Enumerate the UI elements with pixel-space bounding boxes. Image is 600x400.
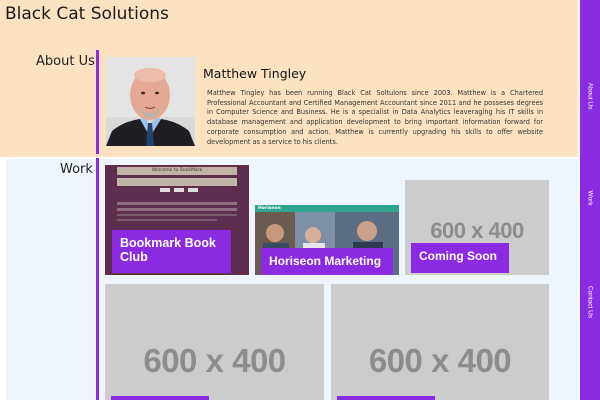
about-divider (96, 50, 99, 154)
placeholder-text: 600 x 400 (368, 342, 512, 379)
nav-contact-us[interactable]: Contact Us (587, 286, 594, 318)
site-brand[interactable]: Black Cat Solutions (5, 4, 169, 24)
project-title-horiseon: Horiseon Marketing (261, 248, 393, 275)
work-divider (96, 158, 99, 400)
profile-photo (106, 57, 195, 146)
side-navigation: About Us Work Contact Us (580, 0, 600, 400)
horiseon-screenshot-brand: Horiseon (258, 206, 281, 211)
bio-text: Matthew Tingley has been running Black C… (207, 89, 543, 146)
project-card-horiseon[interactable]: Horiseon Horiseon Marketing (255, 205, 399, 275)
work-heading: Work (60, 162, 93, 177)
project-card-placeholder-2[interactable]: 600 x 400 (331, 284, 549, 400)
project-card-bookmark[interactable]: Welcome to BookMark Bookmark Book Club (105, 165, 249, 275)
project-card-placeholder-1[interactable]: 600 x 400 (105, 284, 324, 400)
project-title-coming-soon: Coming Soon (411, 243, 509, 273)
placeholder-text: 600 x 400 (143, 342, 286, 379)
nav-about-us[interactable]: About Us (587, 83, 594, 110)
bookmark-screenshot-heading: Welcome to BookMark (151, 168, 203, 173)
person-name: Matthew Tingley (203, 66, 307, 81)
placeholder-text: 600 x 400 (430, 218, 524, 243)
project-title-placeholder-1 (111, 396, 209, 400)
project-title-bookmark: Bookmark Book Club (112, 230, 231, 273)
about-heading: About Us (36, 54, 95, 69)
nav-work[interactable]: Work (587, 190, 594, 205)
project-title-placeholder-2 (337, 396, 435, 400)
project-card-coming-soon[interactable]: 600 x 400 Coming Soon (405, 180, 549, 275)
